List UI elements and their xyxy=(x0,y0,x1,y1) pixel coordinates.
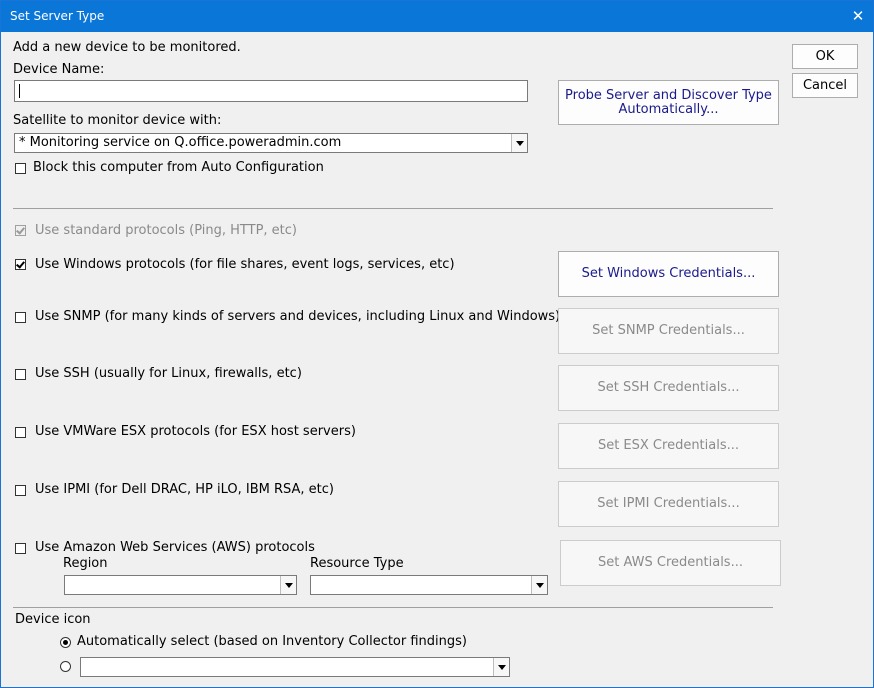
set-aws-credentials-button[interactable]: Set AWS Credentials... xyxy=(560,540,781,586)
snmp-protocols-label: Use SNMP (for many kinds of servers and … xyxy=(35,309,561,324)
set-snmp-credentials-button[interactable]: Set SNMP Credentials... xyxy=(558,308,779,354)
chevron-down-icon[interactable] xyxy=(531,576,547,594)
dialog-content: Add a new device to be monitored. Device… xyxy=(1,32,873,687)
device-icon-select[interactable] xyxy=(80,657,510,677)
ssh-protocols-label: Use SSH (usually for Linux, firewalls, e… xyxy=(35,366,302,381)
satellite-label: Satellite to monitor device with: xyxy=(13,113,222,128)
cancel-button[interactable]: Cancel xyxy=(792,73,858,98)
title-bar[interactable]: Set Server Type ✕ xyxy=(1,1,873,32)
probe-button-line2: Automatically... xyxy=(618,101,719,117)
esx-protocols-checkbox[interactable] xyxy=(15,427,26,438)
window-title: Set Server Type xyxy=(10,9,105,23)
set-esx-credentials-button[interactable]: Set ESX Credentials... xyxy=(558,423,779,469)
block-auto-config-checkbox[interactable] xyxy=(15,163,26,174)
aws-protocols-checkbox[interactable] xyxy=(15,543,26,554)
device-name-label: Device Name: xyxy=(13,62,105,77)
satellite-select[interactable]: * Monitoring service on Q.office.powerad… xyxy=(14,133,528,153)
set-ssh-credentials-button[interactable]: Set SSH Credentials... xyxy=(558,365,779,411)
chevron-down-icon[interactable] xyxy=(493,658,509,676)
ssh-protocols-checkbox[interactable] xyxy=(15,369,26,380)
dialog-window: Set Server Type ✕ Add a new device to be… xyxy=(0,0,874,688)
chevron-down-icon[interactable] xyxy=(511,134,527,152)
satellite-selected-value: * Monitoring service on Q.office.powerad… xyxy=(19,135,342,150)
block-auto-config-label: Block this computer from Auto Configurat… xyxy=(33,160,324,175)
probe-button-line1: Probe Server and Discover Type xyxy=(565,87,772,103)
device-icon-auto-label: Automatically select (based on Inventory… xyxy=(77,634,467,649)
aws-region-select[interactable] xyxy=(64,575,297,595)
esx-protocols-label: Use VMWare ESX protocols (for ESX host s… xyxy=(35,424,356,439)
close-icon[interactable]: ✕ xyxy=(843,1,873,32)
text-caret xyxy=(19,84,20,98)
standard-protocols-checkbox[interactable] xyxy=(15,225,26,236)
set-windows-credentials-button[interactable]: Set Windows Credentials... xyxy=(558,251,779,297)
windows-protocols-label: Use Windows protocols (for file shares, … xyxy=(35,257,455,272)
probe-server-button[interactable]: Probe Server and Discover Type Automatic… xyxy=(558,80,779,125)
separator-top xyxy=(13,208,773,209)
device-name-input[interactable] xyxy=(14,80,528,102)
separator-bottom xyxy=(13,607,773,608)
ipmi-protocols-checkbox[interactable] xyxy=(15,485,26,496)
set-ipmi-credentials-button[interactable]: Set IPMI Credentials... xyxy=(558,481,779,527)
standard-protocols-label: Use standard protocols (Ping, HTTP, etc) xyxy=(35,223,297,238)
ipmi-protocols-label: Use IPMI (for Dell DRAC, HP iLO, IBM RSA… xyxy=(35,482,334,497)
device-icon-label: Device icon xyxy=(15,612,91,627)
intro-text: Add a new device to be monitored. xyxy=(13,40,241,55)
snmp-protocols-checkbox[interactable] xyxy=(15,312,26,323)
device-icon-manual-radio[interactable] xyxy=(60,661,71,672)
aws-protocols-label: Use Amazon Web Services (AWS) protocols xyxy=(35,540,315,555)
aws-resource-type-select[interactable] xyxy=(310,575,548,595)
ok-button[interactable]: OK xyxy=(792,44,858,69)
aws-region-label: Region xyxy=(63,556,108,571)
chevron-down-icon[interactable] xyxy=(280,576,296,594)
windows-protocols-checkbox[interactable] xyxy=(15,259,26,270)
aws-resource-type-label: Resource Type xyxy=(310,556,404,571)
device-icon-auto-radio[interactable] xyxy=(60,637,71,648)
